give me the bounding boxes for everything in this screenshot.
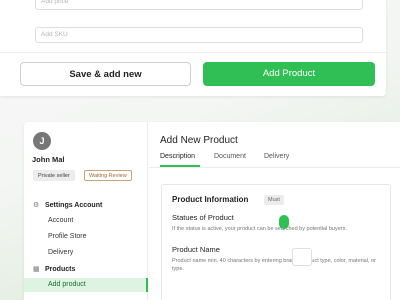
sidebar-group-label: Products	[45, 266, 76, 273]
seller-badge: Private seller	[33, 170, 75, 181]
grid-icon: ▦	[33, 266, 40, 273]
status-field-label: Statues of Product	[172, 213, 234, 222]
top-form-card: Add price Add SKU Save & add new Add Pro…	[0, 0, 386, 96]
sidebar-item-account[interactable]: Account	[24, 214, 148, 228]
user-name: John Mal	[32, 155, 65, 164]
status-field-help: If the status is active, your product ca…	[172, 226, 347, 232]
tab-delivery[interactable]: Delivery	[264, 153, 289, 160]
product-information-section: Product Information Must Statues of Prod…	[161, 184, 391, 300]
sku-input[interactable]: Add SKU	[35, 27, 363, 43]
product-name-help: Product name min. 40 characters by enter…	[172, 258, 376, 272]
page-title: Add New Product	[160, 135, 238, 146]
form-divider	[0, 52, 386, 53]
tab-document[interactable]: Document	[214, 153, 246, 160]
save-and-add-new-button[interactable]: Save & add new	[20, 62, 191, 86]
gear-icon: ⚙	[33, 202, 40, 209]
price-input[interactable]: Add price	[35, 0, 363, 10]
sidebar: J John Mal Private seller Waiting Review…	[24, 122, 148, 300]
add-product-button[interactable]: Add Product	[203, 62, 375, 86]
tabs-divider	[149, 167, 400, 168]
sidebar-item-delivery[interactable]: Delivery	[24, 246, 148, 260]
sidebar-group-products[interactable]: ▦ Products	[33, 265, 75, 273]
product-name-label: Product Name	[172, 245, 220, 254]
sidebar-group-settings-account[interactable]: ⚙ Settings Account	[33, 201, 102, 209]
section-title: Product Information	[172, 195, 249, 204]
sidebar-item-profile-store[interactable]: Profile Store	[24, 230, 148, 244]
tab-description[interactable]: Description	[160, 153, 195, 160]
main-content: Add New Product Description Document Del…	[149, 122, 400, 300]
status-badge: Waiting Review	[84, 170, 132, 181]
sidebar-group-label: Settings Account	[45, 202, 103, 209]
avatar[interactable]: J	[33, 132, 51, 150]
sidebar-item-add-product[interactable]: Add product	[24, 278, 148, 292]
status-toggle[interactable]	[279, 215, 289, 229]
product-name-input[interactable]	[292, 248, 312, 266]
add-product-panel: J John Mal Private seller Waiting Review…	[24, 122, 400, 300]
must-badge: Must	[264, 195, 284, 205]
